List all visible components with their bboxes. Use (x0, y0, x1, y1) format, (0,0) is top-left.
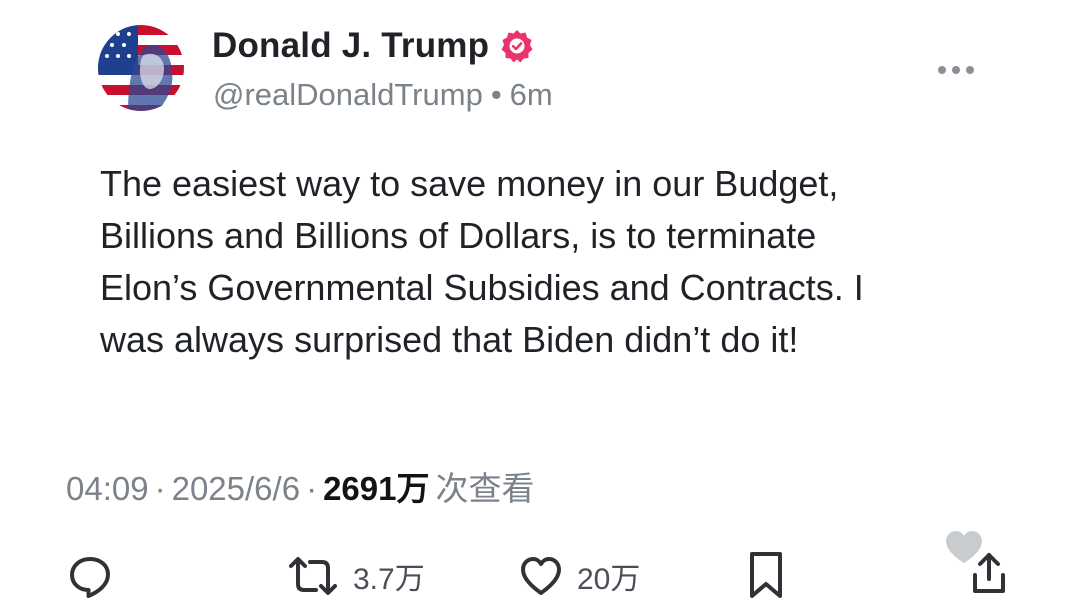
share-icon (942, 525, 1018, 605)
post-date: 2025/6/6 (171, 470, 301, 507)
action-bar: 3.7万 20万 (0, 531, 1080, 607)
bookmark-button[interactable] (744, 545, 788, 607)
post-body: The easiest way to save money in our Bud… (100, 158, 1000, 366)
share-button[interactable] (942, 525, 1018, 605)
post-time-ago: 6m (509, 77, 553, 112)
view-count-label: 次查看 (435, 470, 535, 507)
handle-separator: • (490, 77, 502, 112)
like-button[interactable]: 20万 (517, 545, 640, 607)
repost-button[interactable]: 3.7万 (285, 545, 425, 607)
post-body-line: Elon’s Governmental Subsidies and Contra… (100, 267, 864, 308)
bookmark-icon (744, 550, 788, 602)
post-body-line: Billions and Billions of Dollars, is to … (100, 215, 817, 256)
more-options-icon[interactable] (934, 58, 978, 82)
verified-badge-icon (499, 28, 535, 64)
repost-count: 3.7万 (353, 563, 425, 596)
repost-icon (285, 552, 341, 600)
like-count: 20万 (577, 563, 641, 596)
meta-separator: · (154, 470, 166, 507)
author-display-name[interactable]: Donald J. Trump (212, 26, 489, 66)
post-card: Donald J. Trump @realDonaldTrump • 6m Th… (0, 0, 1080, 613)
avatar[interactable] (98, 25, 184, 111)
meta-separator: · (306, 470, 318, 507)
heart-icon (517, 552, 565, 600)
post-body-line: was always surprised that Biden didn’t d… (100, 319, 799, 360)
reply-button[interactable] (66, 545, 114, 607)
reply-icon (66, 552, 114, 600)
post-meta: 04:09 · 2025/6/6 · 2691万 次查看 (66, 462, 534, 510)
post-time: 04:09 (66, 470, 149, 507)
view-count[interactable]: 2691万 (323, 462, 429, 510)
author-handle[interactable]: @realDonaldTrump (213, 77, 483, 113)
post-body-line: The easiest way to save money in our Bud… (100, 163, 839, 204)
author-name-row: Donald J. Trump (212, 26, 535, 66)
author-handle-row: @realDonaldTrump • 6m (213, 77, 553, 113)
